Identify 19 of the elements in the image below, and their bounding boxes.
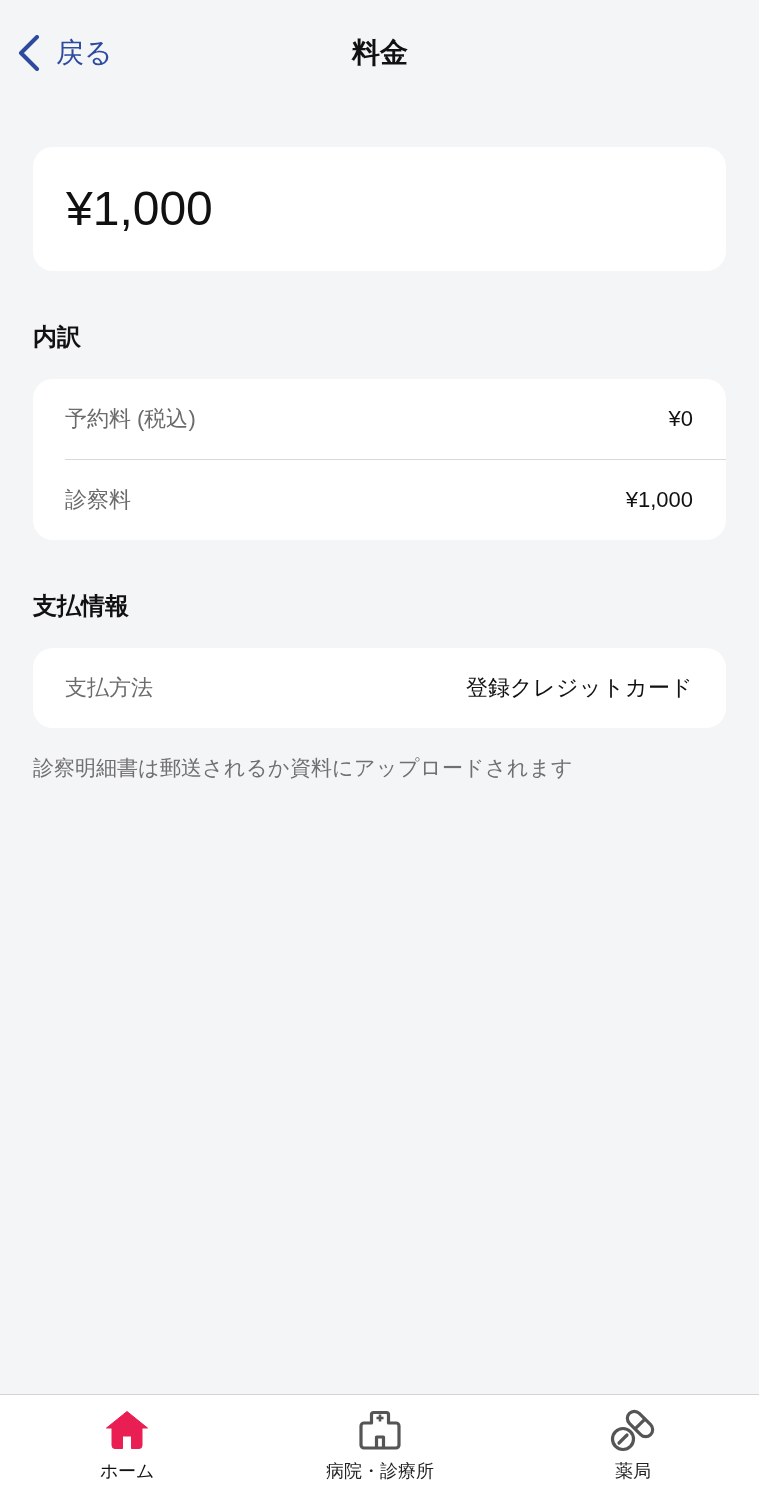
row-label: 予約料 (税込) [65, 405, 196, 433]
home-icon [104, 1410, 149, 1450]
tab-item[interactable]: 薬局 [506, 1395, 759, 1500]
section-heading: 内訳 [33, 322, 82, 352]
page-title: 料金 [351, 36, 408, 70]
note-text: 診察明細書は郵送されるか資料にアップロードされます [33, 755, 574, 781]
pills-icon [609, 1408, 656, 1452]
row-value: 登録クレジットカード [466, 674, 693, 702]
chevron-left-icon [18, 35, 40, 71]
row-value: ¥1,000 [625, 487, 693, 513]
total-amount: ¥1,000 [66, 181, 213, 237]
row-label: 診察料 [65, 486, 131, 514]
tab-item[interactable]: 病院・診療所 [253, 1395, 506, 1500]
tab-item[interactable]: ホーム [0, 1395, 253, 1500]
back-button[interactable]: 戻る [18, 35, 113, 71]
hospital-icon [358, 1410, 401, 1450]
section-heading: 支払情報 [33, 591, 130, 621]
row-label: 支払方法 [65, 674, 153, 702]
row-value: ¥0 [668, 406, 693, 432]
